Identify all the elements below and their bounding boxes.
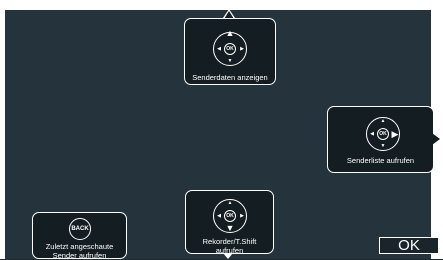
- right-panel-label: Senderliste aufrufen: [346, 156, 415, 165]
- ok-circle-icon: OK: [224, 43, 236, 55]
- right-panel-senderliste[interactable]: ▲ ▼ ◀ ▶ OK Senderliste aufrufen: [327, 106, 434, 173]
- left-arrow-icon: ◀: [370, 131, 374, 137]
- dpad-icon: ▲ ▼ ◀ ▶ OK: [366, 117, 400, 151]
- down-arrow-icon: ▼: [227, 58, 233, 64]
- up-arrow-icon: ▲: [380, 118, 386, 124]
- right-arrow-icon: ▶: [391, 129, 399, 139]
- down-arrow-icon: ▼: [380, 143, 386, 149]
- dpad-icon: ▲ ▼ ◀ ▶ OK: [213, 199, 247, 233]
- left-arrow-icon: ◀: [217, 46, 221, 52]
- up-arrow-icon: ▲: [225, 28, 235, 38]
- top-panel-senderdaten[interactable]: ▲ ▼ ◀ ▶ OK Senderdaten anzeigen: [184, 18, 276, 85]
- top-panel-label: Senderdaten anzeigen: [192, 73, 268, 82]
- right-arrow-icon: ▶: [240, 46, 244, 52]
- right-arrow-icon: ▶: [240, 213, 244, 219]
- bottom-left-panel-zuletzt[interactable]: BACK Zuletzt angeschaute Sender aufrufen: [32, 212, 127, 260]
- ok-circle-icon: OK: [377, 128, 389, 140]
- bottom-left-panel-label: Zuletzt angeschaute Sender aufrufen: [45, 242, 114, 260]
- bottom-panel-rekorder[interactable]: ▲ ▼ ◀ ▶ OK Rekorder/T.Shift aufrufen: [185, 190, 274, 255]
- ok-circle-icon: OK: [224, 210, 236, 222]
- up-arrow-icon: ▲: [227, 200, 233, 206]
- dpad-icon: ▲ ▼ ◀ ▶ OK: [213, 28, 247, 66]
- back-circle-icon: BACK: [69, 218, 91, 240]
- right-panel-pointer-fill: [432, 133, 440, 145]
- bottom-panel-pointer: [223, 253, 233, 259]
- left-arrow-icon: ◀: [217, 213, 221, 219]
- down-arrow-icon: ▼: [225, 223, 235, 233]
- ok-button[interactable]: OK: [379, 237, 439, 254]
